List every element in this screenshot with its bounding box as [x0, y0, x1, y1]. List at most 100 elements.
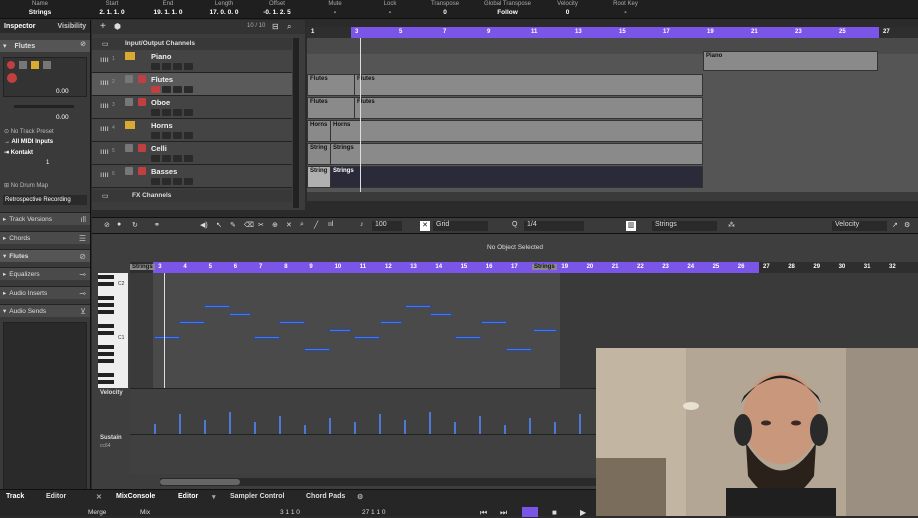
section-audio-inserts[interactable]: ▸ Audio Inserts ⊸ [0, 286, 90, 299]
part-strings-1[interactable]: String [307, 143, 331, 165]
black-key[interactable] [98, 275, 114, 279]
track-flutes[interactable]: ıııı 2 Flutes [92, 73, 292, 96]
close-icon[interactable]: ✕ [96, 493, 102, 501]
midi-note[interactable] [254, 336, 280, 339]
black-key[interactable] [98, 352, 114, 356]
midi-note[interactable] [329, 329, 351, 332]
drum-map-select[interactable]: ⊞ No Drum Map [4, 182, 88, 192]
track-preset[interactable]: ⊙ No Track Preset [4, 128, 88, 138]
editor-scrollbar[interactable] [160, 478, 600, 486]
midi-note[interactable] [430, 313, 452, 316]
velocity-bar[interactable] [404, 420, 406, 434]
velocity-bar[interactable] [354, 422, 356, 434]
part-strings-3[interactable]: String [307, 166, 331, 188]
right-locator[interactable]: 27 1 1 0 [362, 509, 386, 516]
info-global-transpose[interactable]: Global Transpose Follow [480, 0, 535, 19]
left-locator[interactable]: 3 1 1 0 [280, 509, 300, 516]
add-track-menu-icon[interactable]: ⬢ [114, 22, 121, 31]
playhead[interactable] [360, 38, 361, 201]
mute-button[interactable] [125, 75, 133, 83]
tab-editor[interactable]: Editor [178, 493, 198, 500]
record-button[interactable] [151, 86, 160, 93]
link-icon[interactable]: ⚭ [154, 221, 160, 231]
info-mute[interactable]: Mute - [320, 0, 350, 19]
edit-instrument-icon[interactable]: ⊘ [80, 40, 86, 48]
record-button[interactable] [151, 155, 160, 162]
part-strings-2[interactable]: Strings [330, 143, 703, 165]
rewind-icon[interactable]: ⏮ [480, 508, 487, 518]
editor-playhead[interactable] [164, 273, 165, 388]
record-icon[interactable] [7, 73, 17, 83]
midi-note[interactable] [229, 313, 251, 316]
pan-value[interactable]: 0.00 [56, 114, 69, 121]
inspector-track-header[interactable]: ▾ Flutes ⊘ [0, 40, 90, 52]
autoscroll-icon[interactable]: ↻ [132, 221, 138, 231]
gear-icon[interactable]: ⚙ [357, 493, 363, 501]
velocity-bar[interactable] [429, 412, 431, 434]
info-length[interactable]: Length 17. 0. 0. 0 [204, 0, 244, 19]
read-button[interactable] [173, 155, 182, 162]
solo-icon[interactable] [43, 61, 51, 69]
quantize-strength[interactable]: 100 [372, 221, 402, 231]
tab-inspector[interactable]: Inspector [0, 23, 40, 30]
mute-button[interactable] [125, 167, 133, 175]
midi-note[interactable] [533, 329, 557, 332]
black-key[interactable] [98, 359, 114, 363]
mute-button[interactable] [125, 98, 133, 106]
step-input-icon[interactable]: ♪ [360, 221, 364, 231]
project-scrollbar[interactable] [307, 192, 918, 201]
read-button[interactable] [173, 63, 182, 70]
midi-note[interactable] [354, 336, 380, 339]
section-audio-sends[interactable]: ▾ Audio Sends ⊻ [0, 304, 90, 317]
controller-lane-select[interactable]: Velocity [832, 221, 887, 231]
velocity-bar[interactable] [204, 420, 206, 434]
midi-note[interactable] [405, 305, 431, 308]
velocity-bar[interactable] [529, 418, 531, 434]
record-button[interactable] [151, 63, 160, 70]
velocity-bar[interactable] [229, 412, 231, 434]
track-basses[interactable]: ıııı 6 Basses [92, 165, 292, 188]
record-enable-icon[interactable] [7, 61, 15, 69]
time-warp-icon[interactable]: ııl [328, 221, 333, 231]
part-horns-2[interactable]: Horns [330, 120, 703, 142]
quantize-select[interactable]: 1/4 [524, 221, 584, 231]
velocity-bar[interactable] [254, 422, 256, 434]
black-key[interactable] [98, 296, 114, 300]
midi-input-select[interactable]: → All MIDI Inputs [4, 139, 88, 149]
tab-mixconsole[interactable]: MixConsole [116, 493, 155, 500]
midi-note[interactable] [506, 348, 532, 351]
part-flutes-2[interactable]: Flutes [354, 74, 703, 96]
tracklist-scrollbar[interactable] [293, 38, 299, 208]
record-button[interactable] [151, 109, 160, 116]
black-key[interactable] [98, 324, 114, 328]
forward-icon[interactable]: ⏭ [500, 508, 507, 518]
black-key[interactable] [98, 282, 114, 286]
midi-note[interactable] [304, 348, 330, 351]
piano-keyboard[interactable]: C2 C1 [98, 273, 128, 388]
glue-icon[interactable]: ⊕ [272, 221, 278, 231]
folder-io-channels[interactable]: ▭ Input/Output Channels [92, 38, 292, 50]
read-button[interactable] [173, 86, 182, 93]
info-offset[interactable]: Offset -0. 1. 2. 5 [257, 0, 297, 19]
read-button[interactable] [173, 132, 182, 139]
edit-button[interactable] [184, 132, 193, 139]
part-select[interactable]: Strings [652, 221, 717, 231]
info-start[interactable]: Start 2. 1. 1. 0 [92, 0, 132, 19]
project-ruler[interactable]: 1 3 5 7 9 11 13 15 17 19 21 23 25 27 [307, 27, 918, 38]
velocity-bar[interactable] [154, 424, 156, 434]
black-key[interactable] [98, 310, 114, 314]
velocity-bar[interactable] [504, 425, 506, 434]
part-flutes-1[interactable]: Flutes [307, 74, 355, 96]
black-key[interactable] [98, 303, 114, 307]
add-track-icon[interactable]: + [100, 21, 106, 32]
monitor-button[interactable] [162, 63, 171, 70]
mute-button[interactable] [125, 144, 133, 152]
zoom-icon[interactable]: ⌕ [300, 221, 304, 231]
mute-tool-icon[interactable]: ✕ [286, 221, 292, 231]
midi-note[interactable] [179, 321, 205, 324]
solo-button[interactable] [138, 167, 146, 175]
info-velocity[interactable]: Velocity 0 [550, 0, 585, 19]
edit-button[interactable] [184, 109, 193, 116]
tab-chord-pads[interactable]: Chord Pads [306, 493, 345, 500]
solo-button[interactable] [138, 144, 146, 152]
